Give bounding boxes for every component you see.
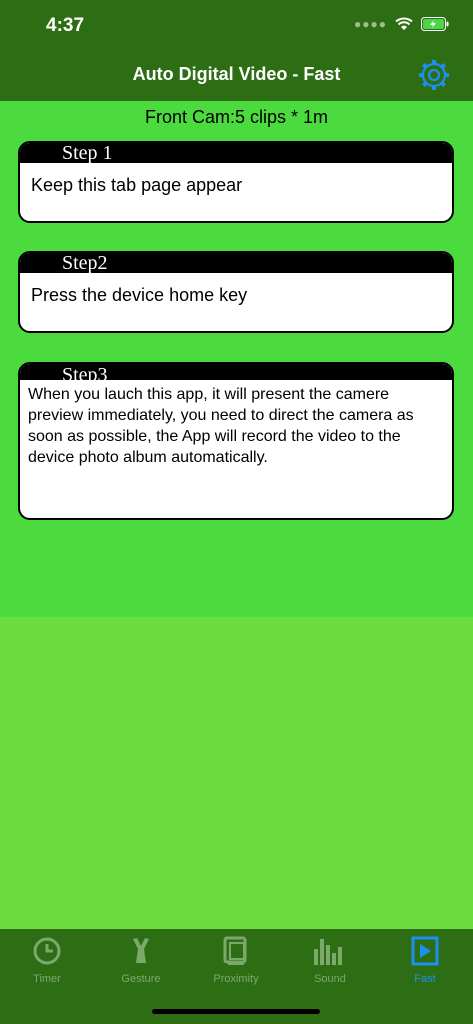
tab-fast[interactable]: Fast (378, 935, 472, 985)
step-card-3: Step3 When you lauch this app, it will p… (18, 362, 454, 520)
home-indicator (152, 1009, 320, 1014)
status-icons: ●●●● (354, 17, 449, 31)
tab-timer[interactable]: Timer (0, 935, 94, 985)
tab-label: Timer (33, 973, 61, 985)
step-text: Press the device home key (31, 285, 248, 305)
page-title: Auto Digital Video - Fast (132, 64, 341, 84)
proximity-icon (223, 936, 247, 965)
step-header: Step2 (20, 253, 452, 273)
status-time: 4:37 (46, 15, 85, 36)
tab-label: Proximity (213, 973, 259, 985)
tab-label: Fast (414, 973, 436, 985)
signal-icon: ●●●● (354, 17, 387, 31)
sound-bars-icon (314, 939, 342, 965)
step-header: Step3 (20, 364, 452, 380)
wifi-icon (395, 17, 413, 30)
main-panel: Front Cam:5 clips * 1m Step 1 Keep this … (0, 101, 473, 617)
gear-icon[interactable] (417, 58, 451, 92)
tab-proximity[interactable]: Proximity (189, 935, 283, 985)
step-header: Step 1 (20, 143, 452, 163)
tab-label: Gesture (121, 973, 161, 985)
step-text: Keep this tab page appear (31, 175, 243, 195)
step-card-1: Step 1 Keep this tab page appear (18, 141, 454, 223)
tab-gesture[interactable]: Gesture (94, 935, 188, 985)
hand-icon (133, 938, 149, 963)
play-icon (411, 936, 439, 966)
clock-icon (33, 937, 61, 965)
step-card-2: Step2 Press the device home key (18, 251, 454, 333)
top-bar: 4:37 ●●●● Auto Digital Video - Fast (0, 0, 473, 101)
step-text: When you lauch this app, it will present… (28, 386, 414, 466)
camera-info: Front Cam:5 clips * 1m (144, 107, 329, 127)
tab-label: Sound (314, 973, 346, 985)
battery-icon (421, 17, 449, 31)
tab-sound[interactable]: Sound (283, 935, 377, 985)
